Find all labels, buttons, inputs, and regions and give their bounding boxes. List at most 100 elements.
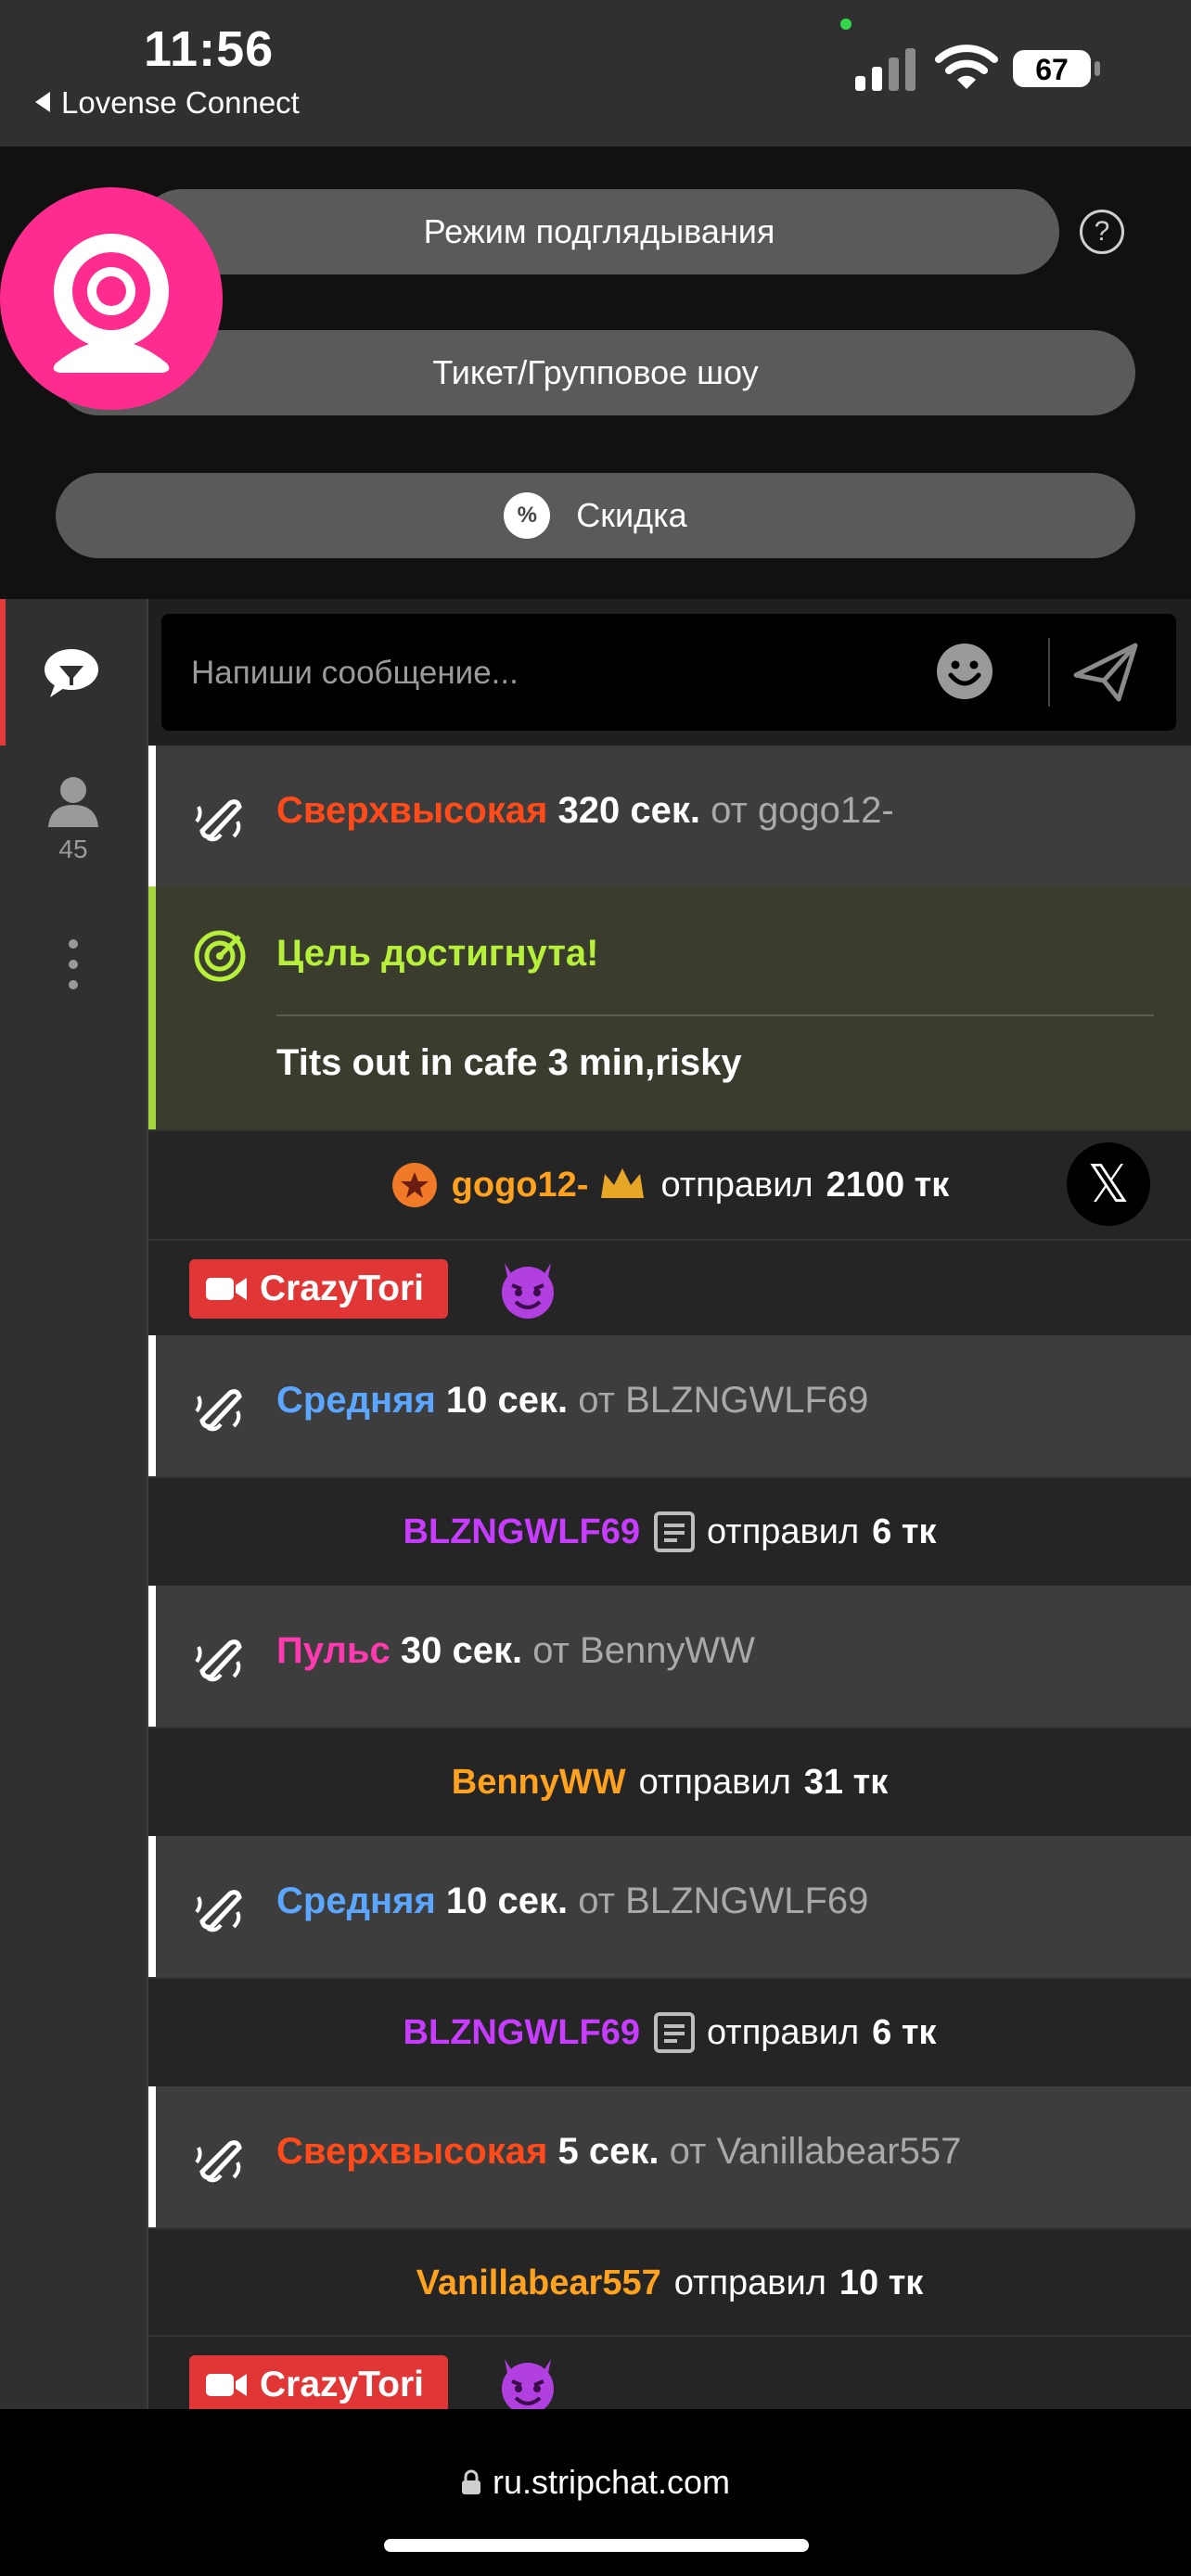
crown-icon <box>601 1168 645 1198</box>
from-word: от <box>578 1881 615 1921</box>
vibration-message: Сверхвысокая 320 сек. от gogo12- <box>148 746 1191 886</box>
vibe-duration: 30 сек. <box>400 1630 523 1671</box>
vibration-message: Средняя 10 сек. от BLZNGWLF69 <box>148 1335 1191 1476</box>
vibration-icon <box>195 2140 242 2183</box>
tip-username[interactable]: BennyWW <box>452 1763 626 1803</box>
vibration-icon <box>195 799 242 842</box>
vibe-username[interactable]: BennyWW <box>580 1630 755 1671</box>
model-message: CrazyTori <box>148 2335 1191 2409</box>
tip-action: отправил <box>660 1165 813 1205</box>
star-badge-icon <box>391 1163 437 1207</box>
url-bar[interactable]: ru.stripchat.com <box>0 2463 1191 2502</box>
discount-button[interactable]: % Скидка <box>56 473 1135 558</box>
goal-reached-message: Цель достигнута! Tits out in cafe 3 min,… <box>148 886 1191 1129</box>
tip-username[interactable]: BLZNGWLF69 <box>403 2013 640 2053</box>
more-icon[interactable] <box>58 937 89 992</box>
tip-action: отправил <box>638 1762 791 1802</box>
devil-emoji-icon <box>502 2359 554 2409</box>
from-word: от <box>578 1380 615 1421</box>
from-word: от <box>669 2131 707 2172</box>
discount-label: Скидка <box>576 496 687 534</box>
from-word: от <box>711 790 748 831</box>
back-app-label: Lovense Connect <box>61 85 300 120</box>
ios-status-bar: 11:56 Lovense Connect 67 <box>0 0 1191 147</box>
cellular-signal-icon <box>855 48 916 91</box>
chat-icon <box>45 649 98 697</box>
goal-divider <box>276 1014 1154 1016</box>
vibe-level: Средняя <box>276 1881 436 1921</box>
user-icon <box>48 777 98 827</box>
wifi-icon <box>935 45 998 89</box>
battery-level: 67 <box>1035 53 1069 86</box>
vibe-duration: 10 сек. <box>445 1881 569 1921</box>
vibe-level: Средняя <box>276 1380 436 1421</box>
vibration-message: Средняя 10 сек. от BLZNGWLF69 <box>148 1836 1191 1977</box>
tip-amount: 10 тк <box>839 2263 924 2302</box>
tip-message: BLZNGWLF69 отправил 6 тк <box>148 1476 1191 1586</box>
discount-icon: % <box>504 492 551 539</box>
tip-amount: 6 тк <box>872 2012 937 2052</box>
tip-amount: 31 тк <box>803 1762 889 1802</box>
help-icon[interactable]: ? <box>1080 210 1124 254</box>
tip-username[interactable]: BLZNGWLF69 <box>403 1512 640 1552</box>
tip-message: BLZNGWLF69 отправил 6 тк <box>148 1977 1191 2086</box>
goal-text: Tits out in cafe 3 min,risky <box>276 1042 742 1083</box>
composer-divider <box>1048 638 1050 707</box>
users-count: 45 <box>58 835 88 863</box>
vibe-username[interactable]: BLZNGWLF69 <box>625 1380 868 1421</box>
tip-message: gogo12- отправил 2100 тк 𝕏 <box>148 1129 1191 1239</box>
ticket-show-label: Тикет/Групповое шоу <box>432 353 759 391</box>
from-word: от <box>532 1630 570 1671</box>
send-icon[interactable] <box>1070 640 1141 705</box>
model-name: CrazyTori <box>260 2365 424 2404</box>
note-icon <box>653 2012 695 2053</box>
tip-action: отправил <box>706 2012 860 2052</box>
vibe-username[interactable]: BLZNGWLF69 <box>625 1881 868 1921</box>
model-badge[interactable]: CrazyTori <box>189 1259 448 1319</box>
vibration-icon <box>195 1890 242 1932</box>
vibe-username[interactable]: gogo12- <box>758 790 894 831</box>
active-tab-indicator <box>0 599 6 746</box>
vibe-level: Сверхвысокая <box>276 790 548 831</box>
tip-action: отправил <box>673 2263 826 2302</box>
home-indicator[interactable] <box>384 2539 809 2552</box>
chat-feed: Сверхвысокая 320 сек. от gogo12- Цель до… <box>148 746 1191 2409</box>
tip-action: отправил <box>706 1511 860 1551</box>
vibration-message: Сверхвысокая 5 сек. от Vanillabear557 <box>148 2086 1191 2227</box>
vibration-icon <box>195 1639 242 1682</box>
spy-mode-button[interactable]: Режим подглядывания <box>139 189 1059 274</box>
tip-amount: 6 тк <box>872 1511 937 1551</box>
vibe-duration: 10 сек. <box>445 1380 569 1421</box>
back-to-app-link[interactable]: Lovense Connect <box>35 85 300 121</box>
vibe-level: Пульс <box>276 1630 391 1671</box>
tip-message: BennyWW отправил 31 тк <box>148 1727 1191 1836</box>
camera-indicator-dot <box>840 19 852 30</box>
goal-title: Цель достигнута! <box>276 933 599 974</box>
tip-username[interactable]: gogo12- <box>452 1166 589 1205</box>
webcam-icon[interactable] <box>0 187 223 410</box>
tip-message: Vanillabear557 отправил 10 тк <box>148 2227 1191 2337</box>
vibe-username[interactable]: Vanillabear557 <box>716 2131 961 2172</box>
url-text: ru.stripchat.com <box>492 2463 731 2501</box>
vibe-duration: 5 сек. <box>557 2131 660 2172</box>
vibe-level: Сверхвысокая <box>276 2131 548 2172</box>
battery-icon: 67 <box>1013 50 1100 87</box>
tip-username[interactable]: Vanillabear557 <box>416 2264 661 2303</box>
clock: 11:56 <box>144 21 275 77</box>
tip-amount: 2100 тк <box>826 1165 950 1205</box>
emoji-icon[interactable] <box>935 642 994 701</box>
model-name: CrazyTori <box>260 1269 424 1308</box>
goal-target-icon <box>194 930 246 982</box>
vibration-icon <box>195 1389 242 1432</box>
model-badge[interactable]: CrazyTori <box>189 2355 448 2409</box>
vibe-duration: 320 сек. <box>557 790 700 831</box>
spy-mode-label: Режим подглядывания <box>423 212 775 250</box>
video-camera-icon <box>206 1278 247 1300</box>
note-icon <box>653 1511 695 1552</box>
x-close-icon[interactable]: 𝕏 <box>1067 1142 1150 1226</box>
message-composer <box>161 614 1176 731</box>
lock-icon <box>461 2469 480 2494</box>
vibration-message: Пульс 30 сек. от BennyWW <box>148 1586 1191 1727</box>
message-input[interactable] <box>189 642 954 705</box>
tab-chat[interactable] <box>0 599 147 746</box>
